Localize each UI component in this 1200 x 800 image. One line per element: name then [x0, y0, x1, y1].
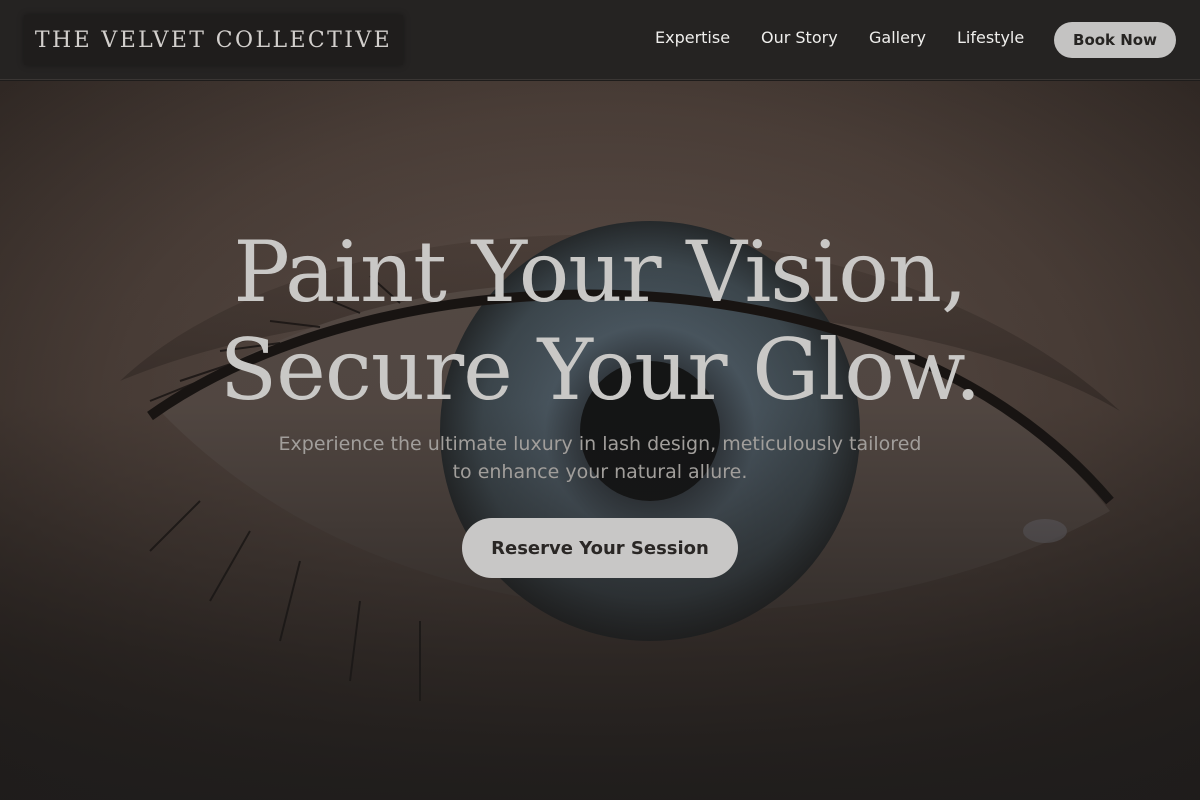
site-logo[interactable]: THE VELVET COLLECTIVE [24, 15, 403, 65]
landing-page: THE VELVET COLLECTIVE Expertise Our Stor… [0, 0, 1200, 800]
nav-link-lifestyle[interactable]: Lifestyle [957, 28, 1024, 47]
hero-subtext-line-2: to enhance your natural allure. [452, 461, 748, 483]
hero-headline: Paint Your Vision, Secure Your Glow. [0, 223, 1200, 419]
nav-link-gallery[interactable]: Gallery [869, 28, 926, 47]
book-now-button[interactable]: Book Now [1054, 22, 1176, 58]
hero-headline-line-2: Secure Your Glow. [219, 321, 982, 419]
hero-headline-line-1: Paint Your Vision, [233, 223, 967, 321]
nav-link-our-story[interactable]: Our Story [761, 28, 838, 47]
hero-section: Paint Your Vision, Secure Your Glow. Exp… [0, 81, 1200, 800]
reserve-session-button[interactable]: Reserve Your Session [462, 518, 738, 578]
hero-subtext: Experience the ultimate luxury in lash d… [250, 430, 950, 486]
hero-subtext-line-1: Experience the ultimate luxury in lash d… [278, 433, 922, 455]
nav-link-expertise[interactable]: Expertise [655, 28, 730, 47]
site-header: THE VELVET COLLECTIVE Expertise Our Stor… [0, 0, 1200, 80]
